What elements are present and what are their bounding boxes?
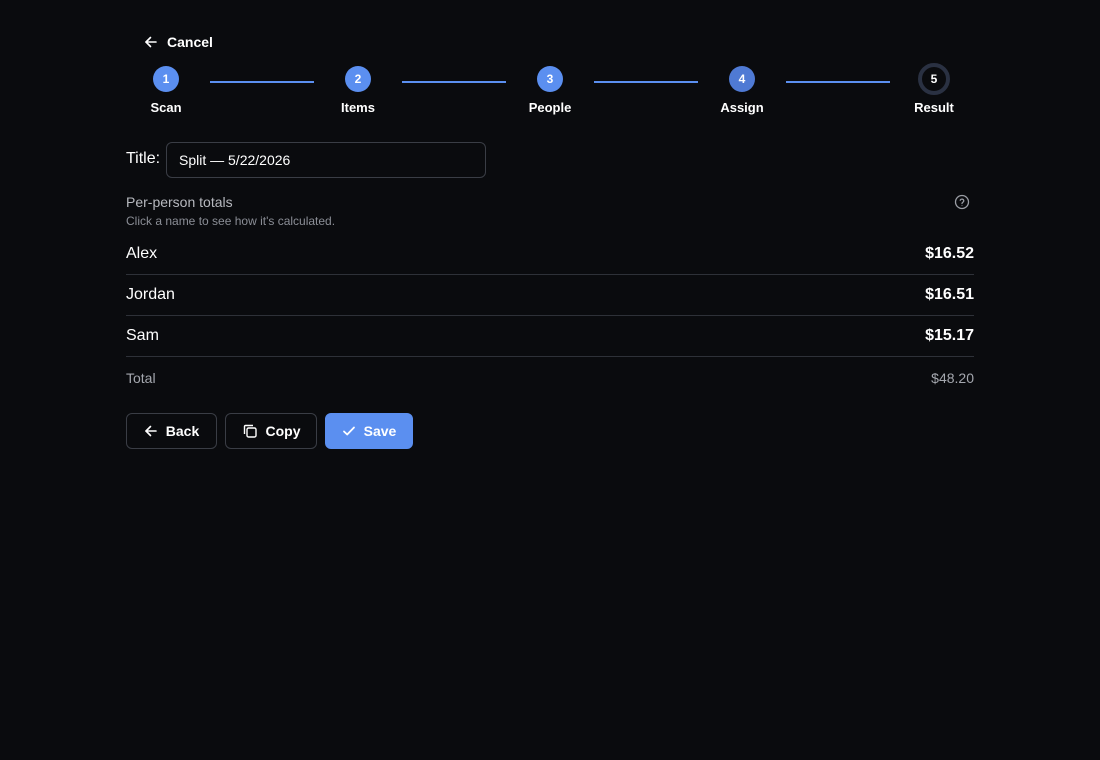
step-scan[interactable]: 1 Scan <box>126 66 206 115</box>
per-person-list: Alex $16.52 Jordan $16.51 Sam $15.17 <box>126 234 974 357</box>
step-label: People <box>528 100 572 115</box>
question-circle-icon[interactable] <box>953 193 971 211</box>
step-label: Result <box>914 100 954 115</box>
person-amount: $16.52 <box>925 245 974 262</box>
step-connector <box>594 81 698 83</box>
total-label: Total <box>126 370 156 386</box>
save-button[interactable]: Save <box>325 413 413 449</box>
person-row-sam[interactable]: Sam $15.17 <box>126 316 974 357</box>
step-result: 5 Result <box>894 63 974 115</box>
step-number: 2 <box>345 66 371 92</box>
person-name: Alex <box>126 245 158 262</box>
copy-label: Copy <box>265 423 301 439</box>
person-name: Jordan <box>126 286 175 303</box>
save-label: Save <box>363 423 397 439</box>
step-number: 4 <box>729 66 755 92</box>
back-button[interactable]: Back <box>126 413 217 449</box>
step-label: Assign <box>720 100 764 115</box>
person-amount: $15.17 <box>925 327 974 344</box>
person-row-jordan[interactable]: Jordan $16.51 <box>126 275 974 316</box>
title-input[interactable] <box>166 142 486 178</box>
step-connector <box>210 81 314 83</box>
copy-button[interactable]: Copy <box>225 413 317 449</box>
step-connector <box>786 81 890 83</box>
arrow-left-icon <box>144 424 158 438</box>
arrow-left-icon <box>144 35 158 49</box>
title-label: Title: <box>126 150 161 167</box>
total-amount: $48.20 <box>931 370 974 386</box>
step-label: Items <box>341 100 375 115</box>
totals-heading: Per-person totals <box>126 194 233 210</box>
copy-icon <box>242 423 258 439</box>
person-amount: $16.51 <box>925 286 974 303</box>
person-name: Sam <box>126 327 159 344</box>
step-assign[interactable]: 4 Assign <box>702 66 782 115</box>
total-row: Total $48.20 <box>126 370 974 386</box>
step-items[interactable]: 2 Items <box>318 66 398 115</box>
step-label: Scan <box>150 100 182 115</box>
person-row-alex[interactable]: Alex $16.52 <box>126 234 974 275</box>
step-number: 5 <box>918 63 950 95</box>
totals-subheading: Click a name to see how it's calculated. <box>126 214 336 228</box>
check-icon <box>342 424 356 438</box>
cancel-link[interactable]: Cancel <box>144 31 213 53</box>
step-number: 1 <box>153 66 179 92</box>
step-number: 3 <box>537 66 563 92</box>
step-connector <box>402 81 506 83</box>
step-people[interactable]: 3 People <box>510 66 590 115</box>
back-label: Back <box>165 423 200 439</box>
cancel-label: Cancel <box>167 34 213 50</box>
